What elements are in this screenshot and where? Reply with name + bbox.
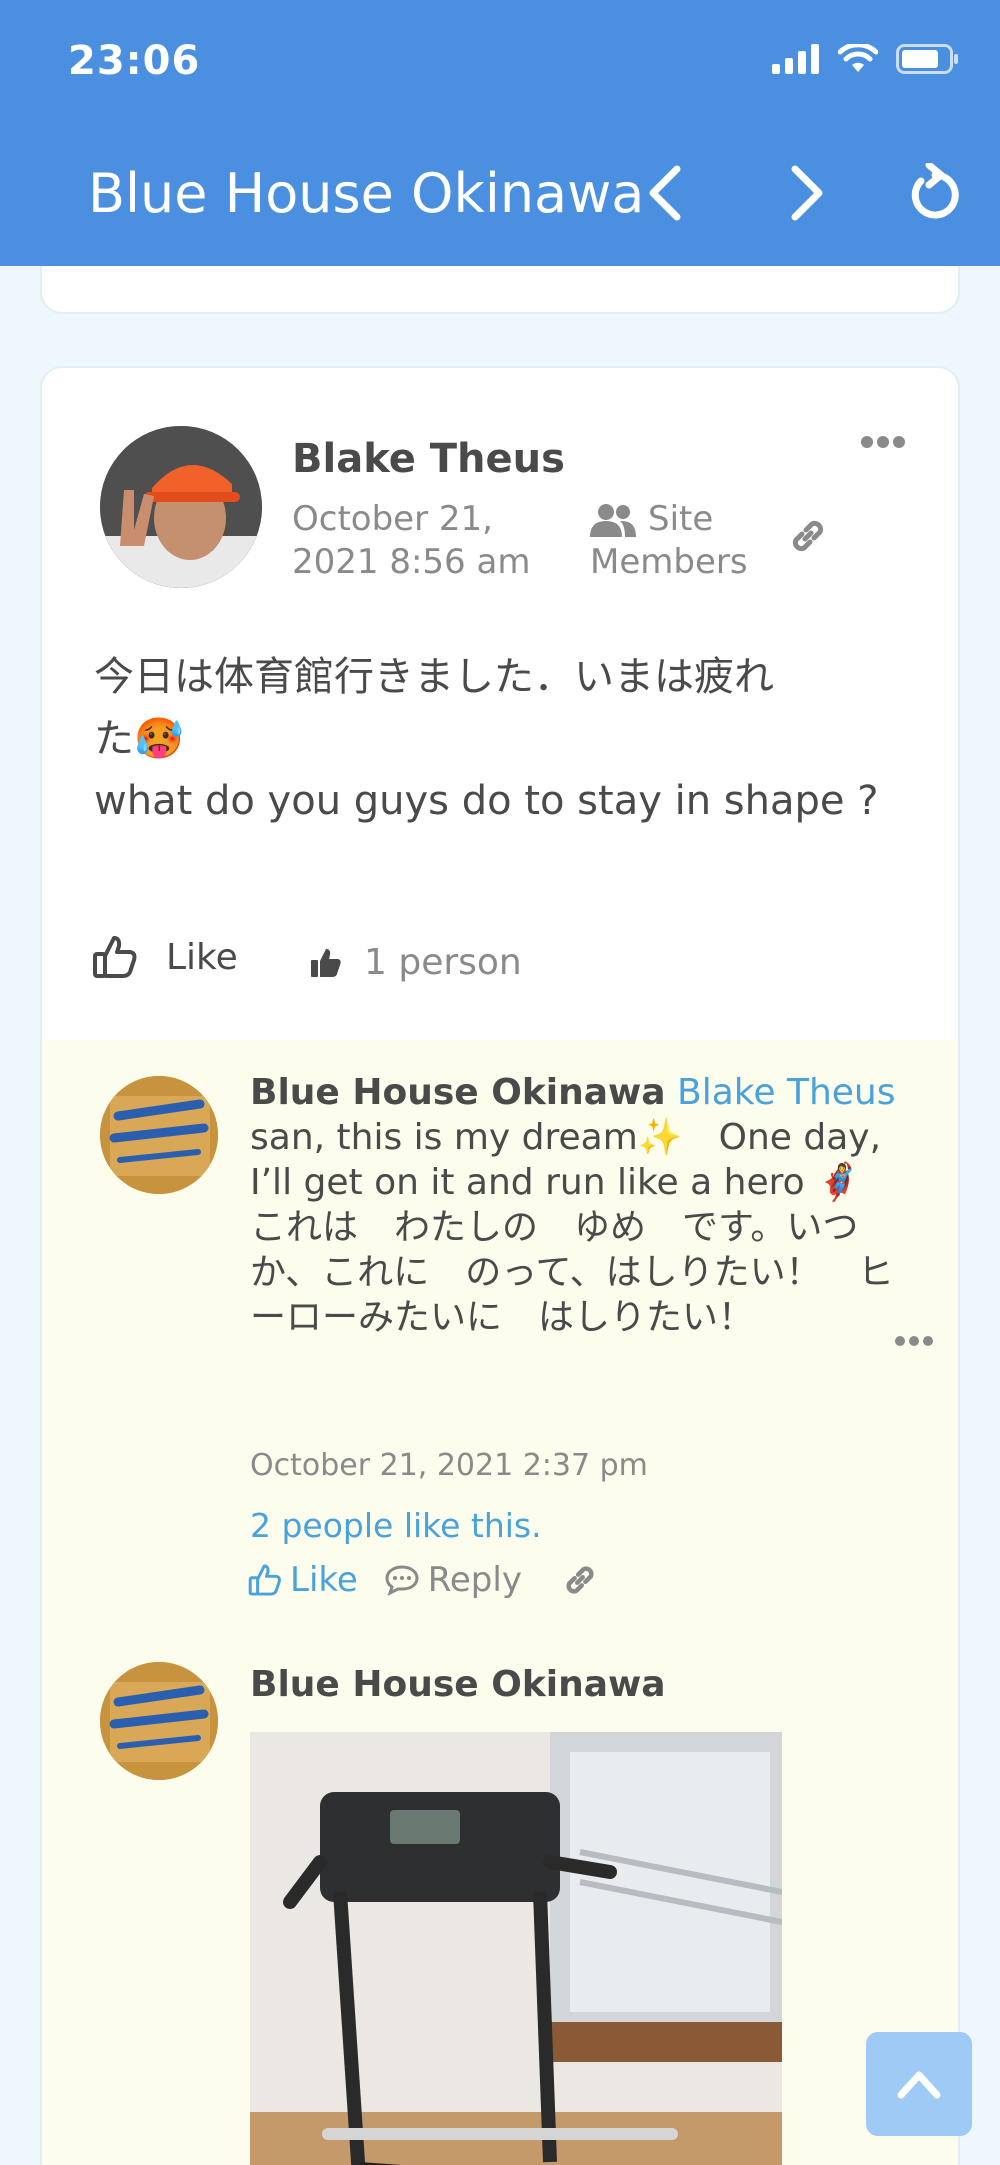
profile-photo bbox=[100, 426, 262, 588]
thumbs-up-outline-icon bbox=[93, 936, 137, 978]
link-icon bbox=[566, 1566, 594, 1594]
comment-text-en: san, this is my dream✨ One day, I’ll get… bbox=[250, 1117, 882, 1203]
post-more-button[interactable] bbox=[860, 434, 906, 453]
more-dots-icon bbox=[895, 1336, 933, 1346]
battery-icon bbox=[896, 44, 958, 74]
post-like-count[interactable]: 1 person bbox=[310, 942, 522, 983]
post-body: 今日は体育館行きました．いまは疲れ た🥵 what do you guys do… bbox=[94, 646, 934, 832]
comment-more-button[interactable] bbox=[894, 1332, 934, 1351]
comment-reply-label: Reply bbox=[427, 1560, 522, 1600]
speech-bubble-icon bbox=[385, 1565, 419, 1596]
reload-button[interactable] bbox=[900, 158, 970, 228]
post-author[interactable]: Blake Theus bbox=[292, 436, 565, 482]
post-permalink-button[interactable] bbox=[788, 516, 828, 560]
chevron-left-icon bbox=[649, 165, 681, 221]
comment-likes-link[interactable]: 2 people like this. bbox=[250, 1506, 542, 1545]
scroll-to-top-button[interactable] bbox=[866, 2032, 972, 2136]
post-like-label: Like bbox=[166, 936, 238, 978]
visibility-line1: Site bbox=[648, 499, 714, 539]
comment-actions: Like Reply bbox=[248, 1560, 598, 1600]
status-icons bbox=[772, 44, 960, 74]
post-date: October 21, 2021 8:56 am bbox=[292, 498, 552, 584]
thumbs-up-outline-icon bbox=[248, 1564, 281, 1596]
post-text-line1: 今日は体育館行きました．いまは疲れ bbox=[94, 654, 774, 700]
post-date-line1: October 21, bbox=[292, 499, 493, 539]
forward-button[interactable] bbox=[772, 158, 842, 228]
comment-text-jp: これは わたしの ゆめ です。いつか、これに のって、はしりたい！ ヒーローみた… bbox=[250, 1207, 894, 1338]
post-text-line2: た🥵 bbox=[94, 716, 184, 762]
comment-body: Blue House Okinawa Blake Theus san, this… bbox=[250, 1070, 900, 1340]
comment-like-label: Like bbox=[290, 1560, 358, 1600]
comment-author[interactable]: Blue House Okinawa bbox=[250, 1664, 666, 1705]
signal-icon bbox=[772, 44, 819, 74]
app-header: 23:06 Blue House Okinawa bbox=[0, 0, 1000, 266]
thumbs-up-filled-icon bbox=[311, 948, 341, 977]
wifi-icon bbox=[838, 44, 878, 72]
comment-avatar[interactable] bbox=[100, 1076, 218, 1194]
post-card: Blake Theus October 21, 2021 8:56 am Sit… bbox=[40, 366, 960, 2165]
page-title: Blue House Okinawa bbox=[88, 162, 645, 225]
back-button[interactable] bbox=[630, 158, 700, 228]
comment-avatar[interactable] bbox=[100, 1662, 218, 1780]
comment-mention[interactable]: Blake Theus bbox=[677, 1072, 895, 1113]
home-indicator bbox=[322, 2128, 678, 2140]
avatar[interactable] bbox=[100, 426, 262, 588]
comment-photo[interactable] bbox=[250, 1732, 782, 2165]
reload-icon bbox=[911, 163, 959, 219]
like-count-text: 1 person bbox=[364, 942, 522, 983]
link-icon bbox=[792, 520, 824, 552]
status-time: 23:06 bbox=[68, 38, 201, 84]
comments-section: Blue House Okinawa Blake Theus san, this… bbox=[42, 1040, 958, 2165]
post-date-line2: 2021 8:56 am bbox=[292, 542, 531, 582]
comment-reply-button[interactable]: Reply bbox=[384, 1560, 522, 1600]
treadmill-photo bbox=[250, 1732, 782, 2165]
post-visibility: Site Members bbox=[590, 498, 790, 584]
blue-house-logo bbox=[100, 1076, 218, 1194]
blue-house-logo bbox=[100, 1662, 218, 1780]
post-like-button[interactable]: Like bbox=[92, 934, 238, 980]
comment-date: October 21, 2021 2:37 pm bbox=[250, 1448, 648, 1483]
chevron-right-icon bbox=[791, 165, 823, 221]
comment-author[interactable]: Blue House Okinawa bbox=[250, 1072, 666, 1113]
users-icon bbox=[590, 503, 636, 537]
comment-permalink-button[interactable] bbox=[562, 1562, 598, 1598]
chevron-up-icon bbox=[897, 2071, 941, 2099]
more-dots-icon bbox=[861, 436, 905, 448]
post-text-line3: what do you guys do to stay in shape ? bbox=[94, 778, 879, 824]
visibility-line2: Members bbox=[590, 542, 748, 582]
comment-like-button[interactable]: Like bbox=[248, 1560, 358, 1600]
